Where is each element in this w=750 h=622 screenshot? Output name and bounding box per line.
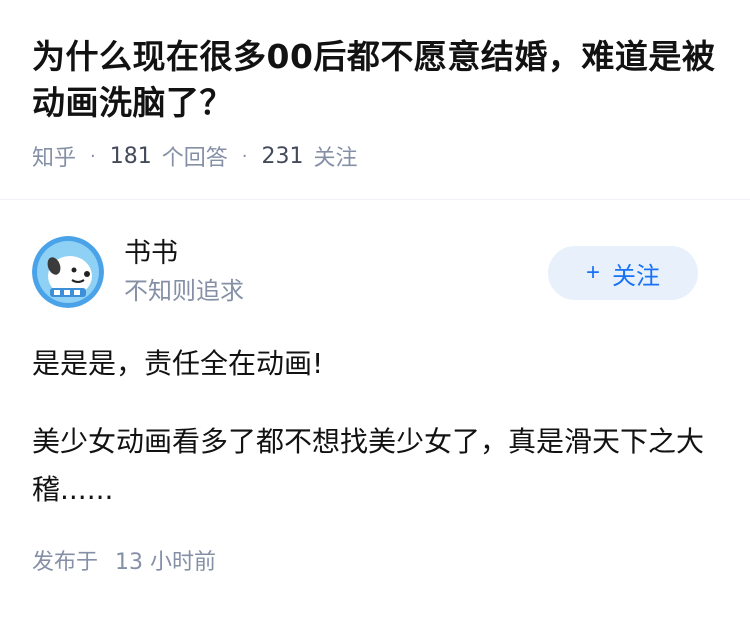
answer-count: 181	[109, 143, 152, 169]
follow-button[interactable]: + 关注	[548, 246, 698, 300]
follower-count: 231	[261, 143, 304, 169]
follow-button-label: 关注	[612, 262, 660, 290]
follower-count-label[interactable]: 关注	[314, 140, 358, 172]
author-info: 书书 不知则追求	[124, 236, 244, 308]
question-title[interactable]: 为什么现在很多00后都不愿意结婚，难道是被动画洗脑了？	[32, 34, 718, 126]
answer-time-value: 13 小时前	[115, 550, 217, 575]
meta-separator-dot: ·	[241, 145, 248, 167]
answer-paragraph: 美少女动画看多了都不想找美少女了，真是滑天下之大稽......	[32, 425, 705, 506]
answer-paragraph: 是是是，责任全在动画!	[32, 347, 324, 380]
answer-time-label: 发布于	[32, 550, 99, 575]
author-name[interactable]: 书书	[124, 236, 244, 272]
question-source[interactable]: 知乎	[32, 140, 76, 172]
question-header: 为什么现在很多00后都不愿意结婚，难道是被动画洗脑了？ 知乎 · 181 个回答…	[0, 0, 750, 200]
zhihu-answer-page: 为什么现在很多00后都不愿意结婚，难道是被动画洗脑了？ 知乎 · 181 个回答…	[0, 0, 750, 622]
cartoon-dog-avatar-icon[interactable]	[32, 236, 104, 308]
meta-separator-dot: ·	[90, 145, 96, 167]
author-bio: 不知则追求	[124, 277, 244, 305]
plus-icon: +	[585, 259, 600, 286]
question-meta: 知乎 · 181 个回答 · 231 关注	[32, 140, 718, 172]
answer-card: 书书 不知则追求 + 关注 是是是，责任全在动画! 美少女动画看多了都不想找美少…	[0, 200, 750, 576]
answer-timestamp: 发布于 13 小时前	[32, 544, 718, 576]
author-row: 书书 不知则追求 + 关注	[32, 234, 718, 310]
answer-count-label[interactable]: 个回答	[162, 140, 228, 172]
answer-content: 是是是，责任全在动画! 美少女动画看多了都不想找美少女了，真是滑天下之大稽...…	[32, 340, 718, 514]
